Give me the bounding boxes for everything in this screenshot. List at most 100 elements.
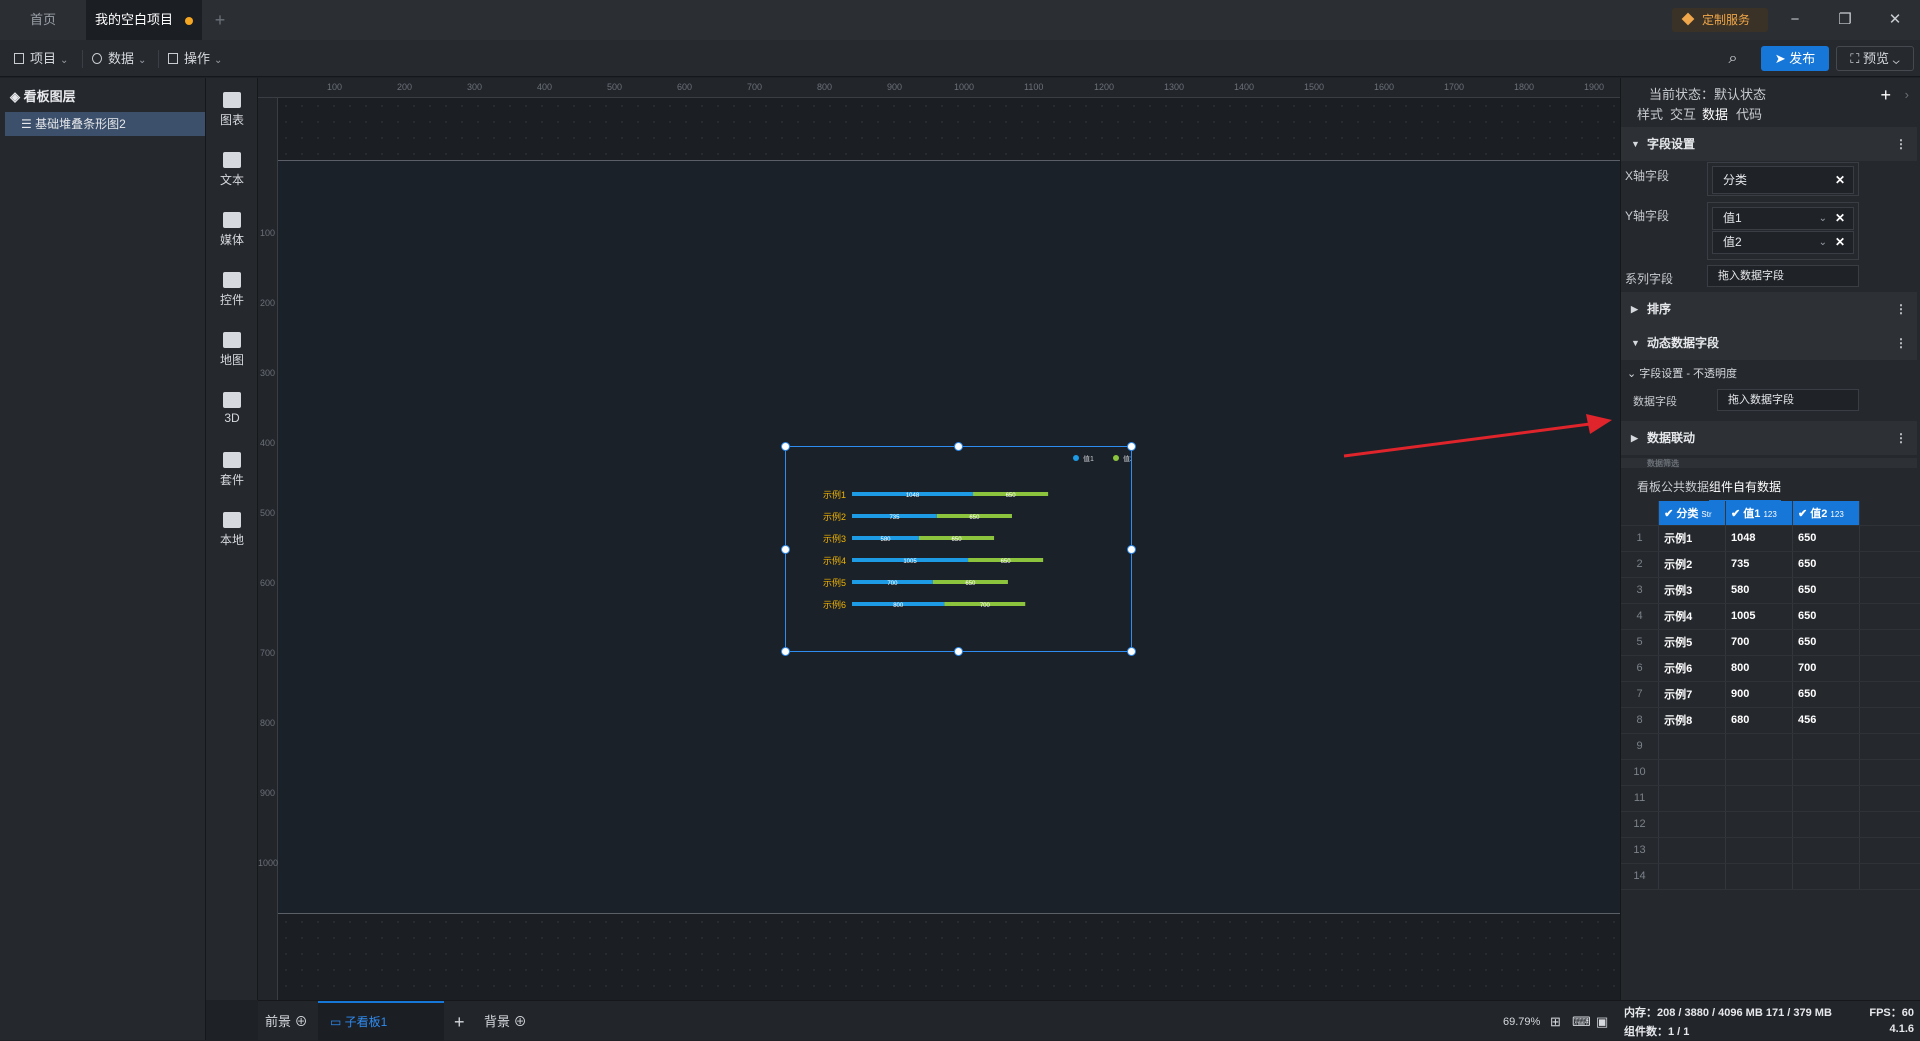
table-cell[interactable]: 456 <box>1792 707 1860 734</box>
table-row[interactable]: 4 示例4 1005 650 <box>1621 603 1920 630</box>
search-icon[interactable]: ⌕ <box>1722 48 1744 70</box>
resize-handle[interactable] <box>954 442 963 451</box>
table-cell[interactable]: 650 <box>1792 629 1860 656</box>
custom-service-button[interactable]: 定制服务 <box>1672 8 1768 32</box>
table-cell[interactable]: 700 <box>1725 629 1793 656</box>
table-row[interactable]: 6 示例6 800 700 <box>1621 655 1920 682</box>
dynamic-subsection[interactable]: ⌄ 字段设置 - 不透明度 <box>1627 365 1737 381</box>
add-tab-icon[interactable]: + <box>210 0 230 40</box>
column-header[interactable]: ✔ 值1 123 <box>1725 501 1793 526</box>
component-kit[interactable]: 套件 <box>206 448 258 498</box>
add-state-icon[interactable]: + <box>1880 78 1891 112</box>
foreground-tab[interactable]: 前景 ⊕ <box>265 1011 308 1033</box>
table-cell[interactable] <box>1792 811 1860 838</box>
close-icon[interactable]: ✕ <box>1870 0 1920 40</box>
table-row[interactable]: 7 示例7 900 650 <box>1621 681 1920 708</box>
chevron-down-icon[interactable]: ⌄ <box>1819 208 1827 229</box>
linkage-header[interactable]: ▶ 数据联动 ⋮ <box>1621 421 1917 455</box>
sort-header[interactable]: ▶ 排序 ⋮ <box>1621 292 1917 326</box>
table-cell[interactable]: 580 <box>1725 577 1793 604</box>
selection-frame[interactable] <box>781 442 1136 656</box>
column-header[interactable]: ✔ 分类 Str <box>1658 501 1727 526</box>
component-media[interactable]: 媒体 <box>206 208 258 258</box>
component-control[interactable]: 控件 <box>206 268 258 318</box>
resize-handle[interactable] <box>781 647 790 656</box>
minimize-icon[interactable]: − <box>1770 0 1820 40</box>
component-local[interactable]: 本地 <box>206 508 258 558</box>
table-cell[interactable] <box>1725 837 1793 864</box>
tab-public-data[interactable]: 看板公共数据 <box>1637 478 1709 495</box>
table-cell[interactable] <box>1658 759 1727 786</box>
table-cell[interactable]: 1048 <box>1725 525 1793 552</box>
table-cell[interactable]: 示例1 <box>1658 525 1727 552</box>
table-cell[interactable] <box>1792 863 1860 890</box>
add-board-icon[interactable]: + <box>454 1011 465 1033</box>
table-row[interactable]: 10 <box>1621 759 1920 786</box>
x-field-chip[interactable]: 分类 ✕ <box>1712 166 1854 194</box>
data-field-input[interactable]: 拖入数据字段 <box>1717 389 1859 411</box>
table-cell[interactable] <box>1792 785 1860 812</box>
table-row[interactable]: 12 <box>1621 811 1920 838</box>
more-icon[interactable]: ⋮ <box>1895 127 1907 161</box>
component-map[interactable]: 地图 <box>206 328 258 378</box>
table-cell[interactable]: 900 <box>1725 681 1793 708</box>
zoom-level[interactable]: 69.79% <box>1503 1011 1540 1033</box>
more-icon[interactable]: ⋮ <box>1895 326 1907 360</box>
remove-icon[interactable]: ✕ <box>1835 167 1845 193</box>
table-cell[interactable] <box>1658 863 1727 890</box>
table-cell[interactable]: 示例7 <box>1658 681 1727 708</box>
tab-project[interactable]: 我的空白项目 <box>86 0 202 40</box>
resize-handle[interactable] <box>781 442 790 451</box>
table-row[interactable]: 8 示例8 680 456 <box>1621 707 1920 734</box>
table-row[interactable]: 1 示例1 1048 650 <box>1621 525 1920 552</box>
add-circle-icon[interactable]: ⊕ <box>514 1014 527 1029</box>
y-field-dropzone[interactable]: 值1 ⌄ ✕ 值2 ⌄ ✕ <box>1707 202 1859 260</box>
publish-button[interactable]: ➤ 发布 <box>1761 46 1829 71</box>
table-cell[interactable] <box>1792 759 1860 786</box>
table-cell[interactable]: 示例8 <box>1658 707 1727 734</box>
filter-header[interactable]: 数据筛选 <box>1621 458 1917 468</box>
component-3d[interactable]: 3D <box>206 388 258 438</box>
table-row[interactable]: 13 <box>1621 837 1920 864</box>
more-icon[interactable]: ⋮ <box>1895 421 1907 455</box>
table-cell[interactable] <box>1725 785 1793 812</box>
more-icon[interactable]: ⋮ <box>1895 292 1907 326</box>
table-cell[interactable]: 示例5 <box>1658 629 1727 656</box>
table-cell[interactable]: 680 <box>1725 707 1793 734</box>
chevron-down-icon[interactable]: ⌄ <box>1819 232 1827 253</box>
table-cell[interactable]: 650 <box>1792 551 1860 578</box>
terminal-icon[interactable]: ▣ <box>1596 1011 1608 1033</box>
table-cell[interactable]: 735 <box>1725 551 1793 578</box>
table-row[interactable]: 5 示例5 700 650 <box>1621 629 1920 656</box>
tab-own-data[interactable]: 组件自有数据 <box>1709 478 1782 502</box>
resize-handle[interactable] <box>1127 545 1136 554</box>
tab-code[interactable]: 代码 <box>1736 104 1762 123</box>
table-cell[interactable]: 650 <box>1792 525 1860 552</box>
table-row[interactable]: 3 示例3 580 650 <box>1621 577 1920 604</box>
table-cell[interactable]: 示例3 <box>1658 577 1727 604</box>
table-cell[interactable]: 700 <box>1792 655 1860 682</box>
table-cell[interactable]: 800 <box>1725 655 1793 682</box>
column-header[interactable]: ✔ 值2 123 <box>1792 501 1860 526</box>
table-cell[interactable]: 650 <box>1792 681 1860 708</box>
data-menu[interactable]: 数据 ⌄ <box>92 48 146 70</box>
y-field-chip[interactable]: 值1 ⌄ ✕ <box>1712 207 1854 230</box>
table-cell[interactable]: 1005 <box>1725 603 1793 630</box>
y-field-chip[interactable]: 值2 ⌄ ✕ <box>1712 231 1854 254</box>
field-settings-header[interactable]: ▼ 字段设置 ⋮ <box>1621 127 1917 161</box>
component-text[interactable]: 文本 <box>206 148 258 198</box>
table-cell[interactable] <box>1658 811 1727 838</box>
resize-handle[interactable] <box>1127 442 1136 451</box>
layer-item[interactable]: ☰ 基础堆叠条形图2 <box>5 112 205 136</box>
chevron-right-icon[interactable]: › <box>1905 78 1909 112</box>
table-row[interactable]: 14 <box>1621 863 1920 890</box>
project-menu[interactable]: 项目 ⌄ <box>14 48 68 70</box>
fit-icon[interactable]: ⊞ <box>1550 1011 1561 1033</box>
series-field-input[interactable]: 拖入数据字段 <box>1707 265 1859 287</box>
table-row[interactable]: 2 示例2 735 650 <box>1621 551 1920 578</box>
board-tab[interactable]: ▭ 子看板1 <box>318 1001 444 1041</box>
table-cell[interactable] <box>1658 785 1727 812</box>
tab-style[interactable]: 样式 <box>1637 104 1663 123</box>
data-table[interactable]: ✔ 分类 Str ✔ 值1 123 ✔ 值2 123 1 示例1 1048 650 2 示… <box>1621 501 1920 890</box>
table-row[interactable]: 9 <box>1621 733 1920 760</box>
